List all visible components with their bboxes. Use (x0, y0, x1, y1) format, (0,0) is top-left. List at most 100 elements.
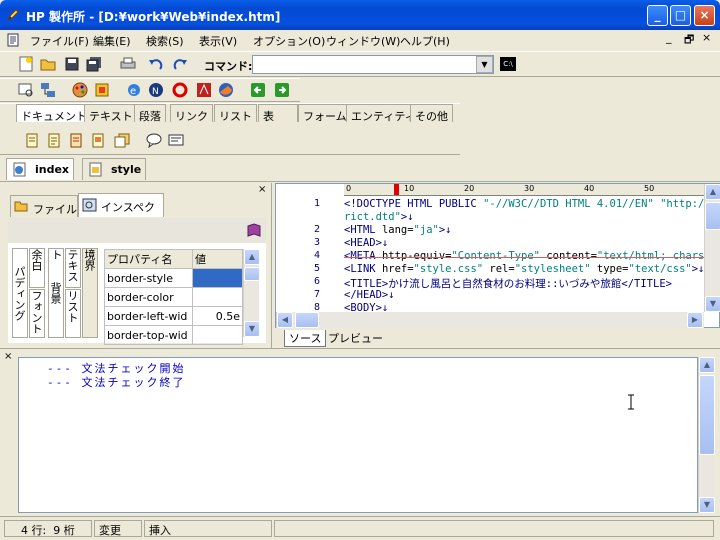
grid-header-value[interactable]: 値 (192, 249, 243, 269)
tag-tab-paragraph[interactable]: 段落 (134, 104, 166, 123)
command-dropdown-button[interactable]: ▼ (476, 56, 493, 73)
scroll-thumb[interactable] (705, 202, 720, 230)
menu-edit[interactable]: 編集(E) (93, 33, 131, 49)
new-file-icon[interactable] (16, 54, 36, 74)
scroll-left-button[interactable]: ◀ (277, 312, 293, 328)
table-row[interactable]: border-style (104, 268, 243, 288)
tag-tab-link[interactable]: リンク (170, 104, 213, 123)
tag-tab-document[interactable]: ドキュメント (16, 104, 92, 123)
opera-browser-icon[interactable] (170, 80, 190, 100)
redo-icon[interactable] (170, 54, 190, 74)
menu-search[interactable]: 検索(S) (146, 33, 184, 49)
menu-file[interactable]: ファイル(F) (30, 33, 89, 49)
tag-tab-table[interactable]: 表 (258, 104, 298, 123)
message-icon[interactable] (166, 130, 186, 150)
table-row[interactable]: border-left-wid 0.5e (104, 306, 243, 326)
tag-toolbar: ドキュメント テキスト 段落 リンク リスト 表 フォーム エンティティ その他 (0, 103, 460, 155)
tag-tab-form[interactable]: フォーム (298, 104, 352, 123)
tab-file[interactable]: ファイル (10, 195, 78, 217)
tab-preview[interactable]: プレビュー (324, 330, 387, 346)
editor-hscrollbar[interactable]: ◀ ▶ (276, 312, 704, 328)
doc-tag-icon-2[interactable] (44, 130, 64, 150)
menu-window[interactable]: ウィンドウ(W) (326, 33, 400, 49)
property-scrollbar[interactable]: ▲ ▼ (243, 249, 260, 337)
app-pen-icon (6, 9, 19, 22)
scroll-up-button[interactable]: ▲ (699, 357, 715, 373)
minimize-button[interactable]: _ (647, 5, 668, 26)
source-editor[interactable]: 0 10 20 30 40 50 12345678 <!DOCTYPE HTML… (275, 183, 720, 328)
vtab-border[interactable]: 境界 (82, 248, 98, 338)
scroll-thumb[interactable] (244, 267, 260, 281)
mdi-restore-button[interactable]: 🗗 (684, 31, 694, 50)
mdi-close-button[interactable]: × (702, 31, 711, 44)
doc-tab-index[interactable]: index (6, 158, 74, 180)
code-area[interactable]: <!DOCTYPE HTML PUBLIC "-//W3C//DTD HTML … (276, 198, 704, 314)
document-icon[interactable] (6, 33, 20, 47)
doc-tag-icon-1[interactable] (22, 130, 42, 150)
multi-doc-icon[interactable] (112, 130, 132, 150)
scroll-down-button[interactable]: ▼ (705, 296, 720, 312)
vtab-font[interactable]: フォント (29, 289, 45, 338)
column-ruler: 0 10 20 30 40 50 (344, 184, 704, 196)
browser-toolbar: e N (0, 78, 300, 102)
ie-browser-icon[interactable]: e (124, 80, 144, 100)
scroll-up-button[interactable]: ▲ (705, 184, 720, 200)
tag-tab-text[interactable]: テキスト (84, 104, 138, 123)
print-icon[interactable] (118, 54, 138, 74)
close-button[interactable]: × (694, 5, 715, 26)
palette-icon[interactable] (70, 80, 90, 100)
vtab-background[interactable]: 背景 (48, 248, 64, 338)
scroll-down-button[interactable]: ▼ (699, 497, 715, 513)
code-token: "Content-Type" (451, 250, 540, 262)
status-modified: 変更 (94, 520, 142, 537)
output-log[interactable]: --- 文法チェック開始 --- 文法チェック終了 (18, 357, 698, 513)
vtab-text[interactable]: テキスト (50, 248, 81, 288)
menu-view[interactable]: 表示(V) (199, 33, 237, 49)
scroll-right-button[interactable]: ▶ (687, 312, 703, 328)
mozilla-browser-icon[interactable] (194, 80, 214, 100)
doc-tab-style[interactable]: style (82, 158, 146, 180)
forward-arrow-icon[interactable] (272, 80, 292, 100)
scroll-down-button[interactable]: ▼ (244, 321, 260, 337)
mdi-minimize-button[interactable]: _ (666, 31, 672, 44)
undo-icon[interactable] (146, 54, 166, 74)
save-all-icon[interactable] (84, 54, 104, 74)
network-icon[interactable] (38, 80, 58, 100)
grid-header-property[interactable]: プロパティ名 (104, 249, 193, 269)
scroll-thumb[interactable] (295, 312, 319, 328)
scroll-thumb[interactable] (699, 375, 715, 455)
tag-tab-other[interactable]: その他 (410, 104, 453, 123)
editor-vscrollbar[interactable]: ▲ ▼ (704, 184, 720, 312)
vtab-list[interactable]: リスト (65, 289, 81, 338)
menu-help[interactable]: ヘルプ(H) (400, 33, 450, 49)
find-icon[interactable] (16, 80, 36, 100)
left-panel-close-button[interactable]: × (258, 185, 268, 195)
back-arrow-icon[interactable] (248, 80, 268, 100)
code-token: </HEAD>↓ (344, 289, 395, 301)
tag-tab-list[interactable]: リスト (214, 104, 257, 123)
command-prompt-icon[interactable]: C:\ (500, 57, 516, 71)
menu-options[interactable]: オプション(O) (253, 33, 325, 49)
open-folder-icon[interactable] (38, 54, 58, 74)
vtab-padding[interactable]: パディング (12, 248, 28, 338)
tab-inspector[interactable]: インスペクタ (78, 193, 164, 230)
scroll-up-button[interactable]: ▲ (244, 249, 260, 265)
book-icon[interactable] (246, 222, 262, 238)
table-row[interactable]: border-top-wid (104, 325, 243, 345)
output-vscrollbar[interactable]: ▲ ▼ (698, 357, 715, 513)
tab-source[interactable]: ソース (284, 330, 327, 347)
doc-tag-icon-4[interactable] (88, 130, 108, 150)
command-input[interactable] (252, 55, 494, 74)
save-icon[interactable] (62, 54, 82, 74)
output-close-button[interactable]: × (4, 351, 16, 363)
vtab-margin[interactable]: 余白 (29, 248, 45, 288)
firefox-browser-icon[interactable] (216, 80, 236, 100)
netscape-browser-icon[interactable]: N (146, 80, 166, 100)
main-toolbar: コマンド: ▼ C:\ (0, 51, 720, 77)
inspector-header (8, 218, 266, 242)
table-row[interactable]: border-color (104, 287, 243, 307)
maximize-button[interactable]: □ (670, 5, 691, 26)
doc-tag-icon-3[interactable] (66, 130, 86, 150)
comment-balloon-icon[interactable] (144, 130, 164, 150)
color-icon[interactable] (92, 80, 112, 100)
